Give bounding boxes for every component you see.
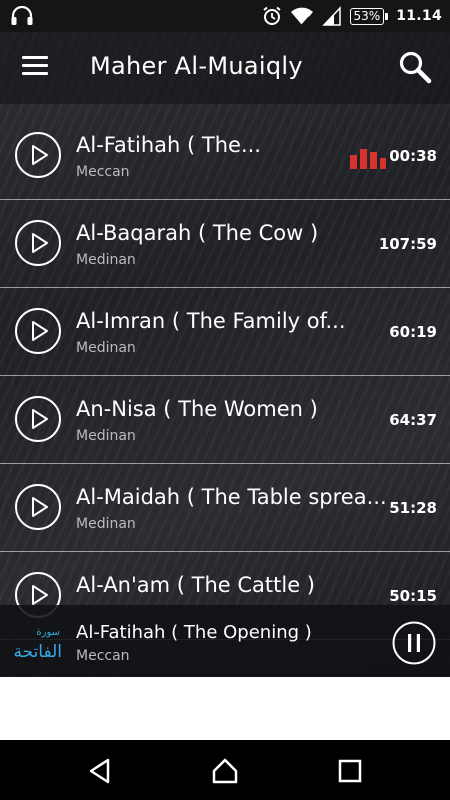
surah-title: Al-An'am ( The Cattle ) bbox=[76, 573, 315, 597]
system-nav-bar bbox=[0, 740, 450, 800]
alarm-icon bbox=[262, 6, 281, 25]
play-icon[interactable] bbox=[14, 483, 62, 531]
wifi-icon bbox=[290, 7, 313, 26]
surah-type: Medinan bbox=[76, 516, 136, 532]
hamburger-menu-icon[interactable] bbox=[22, 56, 48, 78]
list-item-surah[interactable]: Al-Maidah ( The Table sprea... Medinan 5… bbox=[0, 464, 450, 552]
surah-title: An-Nisa ( The Women ) bbox=[76, 397, 318, 421]
pause-icon[interactable] bbox=[392, 621, 436, 665]
status-time: 11.14 bbox=[396, 8, 442, 24]
surah-list: Al-Fatihah ( The... Meccan 00:38 Al-Baqa… bbox=[0, 112, 450, 640]
surah-type: Meccan bbox=[76, 164, 130, 180]
surah-duration: 60:19 bbox=[389, 323, 437, 341]
play-icon[interactable] bbox=[14, 131, 62, 179]
page-title: Maher Al-Muaiqly bbox=[90, 52, 303, 80]
now-playing-title: Al-Fatihah ( The Opening ) bbox=[76, 622, 312, 643]
back-icon[interactable] bbox=[86, 757, 114, 785]
surah-duration: 00:38 bbox=[389, 147, 437, 165]
surah-title: Al-Fatihah ( The... bbox=[76, 133, 261, 157]
surah-title: Al-Imran ( The Family of... bbox=[76, 309, 346, 333]
list-item-surah[interactable]: Al-Baqarah ( The Cow ) Medinan 107:59 bbox=[0, 200, 450, 288]
svg-text:سورة: سورة bbox=[36, 627, 60, 638]
surah-type: Medinan bbox=[76, 340, 136, 356]
headphones-icon bbox=[11, 6, 33, 25]
surah-title: Al-Maidah ( The Table sprea... bbox=[76, 485, 387, 509]
surah-type: Medinan bbox=[76, 252, 136, 268]
status-bar: 53% 11.14 bbox=[0, 0, 450, 32]
now-playing-type: Meccan bbox=[76, 648, 130, 664]
now-playing-bar[interactable]: سورة الفاتحة Al-Fatihah ( The Opening ) … bbox=[0, 605, 450, 677]
list-item-surah[interactable]: Al-Fatihah ( The... Meccan 00:38 bbox=[0, 112, 450, 200]
search-icon[interactable] bbox=[398, 50, 432, 84]
svg-text:الفاتحة: الفاتحة bbox=[13, 642, 62, 662]
signal-icon bbox=[321, 6, 341, 26]
app-toolbar: Maher Al-Muaiqly bbox=[0, 32, 450, 104]
surah-duration: 64:37 bbox=[389, 411, 437, 429]
status-icons: 53% 11.14 bbox=[262, 0, 442, 32]
play-icon[interactable] bbox=[14, 307, 62, 355]
surah-duration: 107:59 bbox=[378, 235, 437, 253]
home-icon[interactable] bbox=[211, 757, 239, 785]
surah-type: Medinan bbox=[76, 428, 136, 444]
play-icon[interactable] bbox=[14, 219, 62, 267]
equalizer-icon bbox=[350, 149, 386, 169]
list-item-surah[interactable]: An-Nisa ( The Women ) Medinan 64:37 bbox=[0, 376, 450, 464]
app-screen: 53% 11.14 Maher Al-Muaiqly Al-Fatihah ( … bbox=[0, 0, 450, 677]
play-icon[interactable] bbox=[14, 395, 62, 443]
surah-duration: 50:15 bbox=[389, 587, 437, 605]
battery-indicator: 53% bbox=[349, 7, 388, 25]
surah-title: Al-Baqarah ( The Cow ) bbox=[76, 221, 319, 245]
list-item-surah[interactable]: Al-Imran ( The Family of... Medinan 60:1… bbox=[0, 288, 450, 376]
recents-icon[interactable] bbox=[336, 757, 364, 785]
surah-calligraphy-logo: سورة الفاتحة bbox=[13, 627, 62, 662]
surah-duration: 51:28 bbox=[389, 499, 437, 517]
